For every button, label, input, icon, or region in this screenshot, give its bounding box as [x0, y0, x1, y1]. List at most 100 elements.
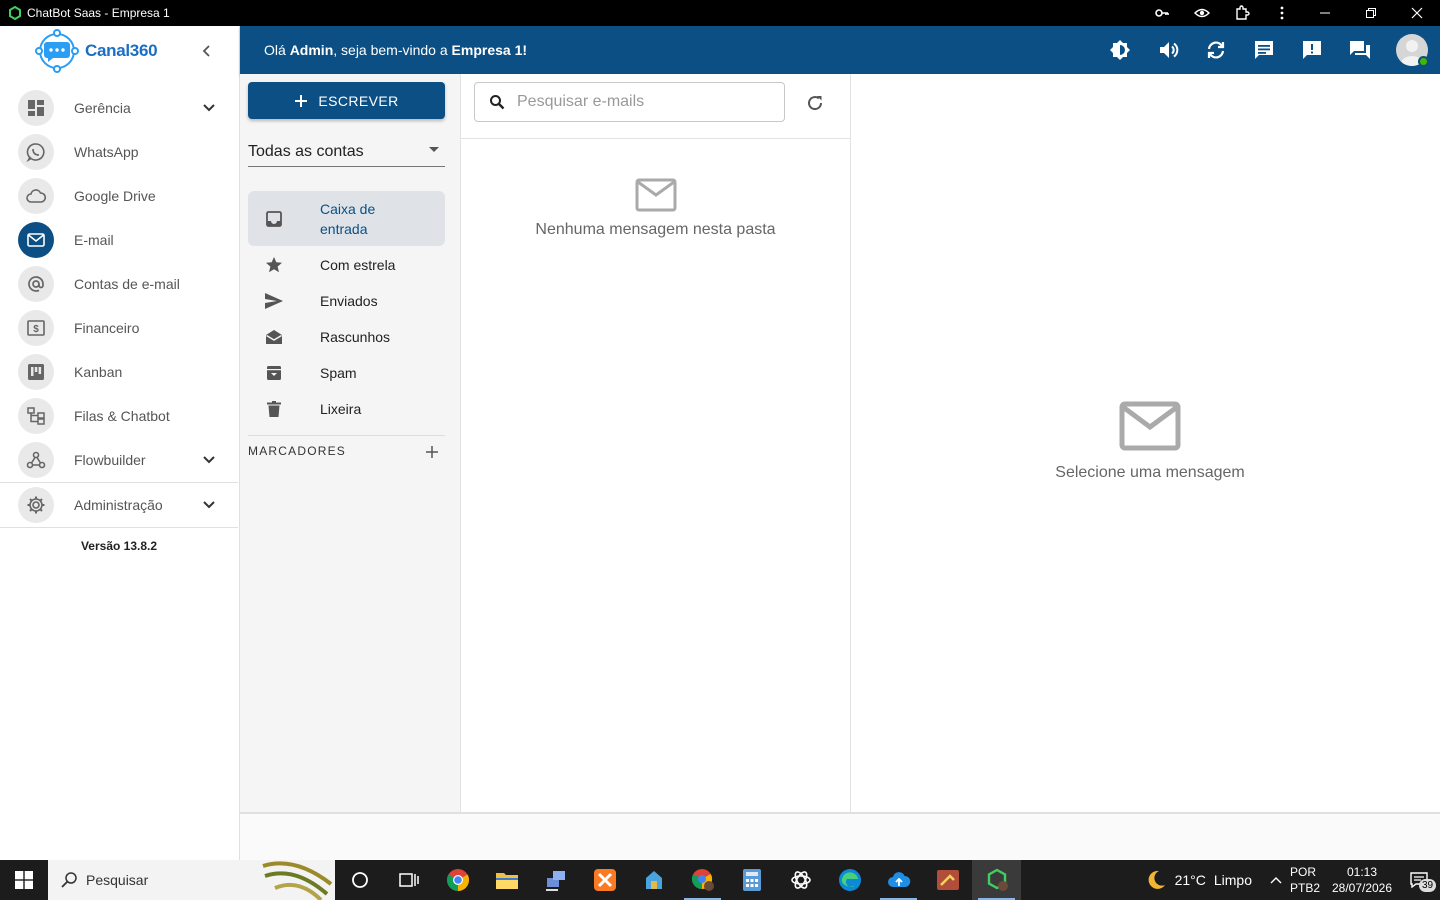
chevron-down-icon[interactable] [199, 98, 219, 118]
taskbar-search-label: Pesquisar [86, 872, 149, 888]
show-hidden-icons-button[interactable] [1262, 876, 1290, 884]
email-content: ESCREVER Todas as contas Caixa de entrad… [240, 74, 1440, 812]
refresh-icon [808, 96, 823, 111]
mail-outline-icon [635, 178, 676, 212]
sidebar-item-email-accounts[interactable]: Contas de e-mail [0, 262, 238, 306]
refresh-button[interactable] [803, 91, 827, 115]
chrome-icon [446, 869, 469, 891]
folder-icon [495, 873, 518, 889]
folder-trash[interactable]: Lixeira [248, 391, 445, 427]
company-name: Empresa 1 [451, 42, 523, 58]
sidebar-item-label: Google Drive [74, 188, 156, 204]
task-view-button[interactable] [384, 860, 433, 900]
user-avatar-button[interactable] [1384, 26, 1440, 74]
app-logo-icon [9, 6, 21, 20]
internal-chat-button[interactable] [1336, 26, 1384, 74]
chevron-up-icon [1270, 877, 1282, 884]
folder-starred[interactable]: Com estrela [248, 247, 445, 283]
openai-icon [790, 871, 811, 889]
moon-icon [1148, 870, 1165, 889]
ide-icon [936, 870, 959, 890]
weather-widget[interactable]: 21°C Limpo [1135, 869, 1262, 891]
add-label-button[interactable] [424, 444, 440, 460]
volume-button[interactable] [1144, 26, 1192, 74]
taskbar-edge[interactable] [825, 860, 874, 900]
sidebar-item-whatsapp[interactable]: WhatsApp [0, 130, 238, 174]
input-language[interactable]: POR PTB2 [1290, 864, 1326, 896]
chat-bubble-logo-icon [35, 29, 79, 73]
calculator-icon [742, 869, 761, 891]
taskbar-chatbot-saas[interactable] [972, 860, 1021, 900]
folder-sent[interactable]: Enviados [248, 283, 445, 319]
taskbar-cloud-app[interactable] [874, 860, 923, 900]
more-vert-icon[interactable] [1262, 0, 1302, 26]
taskbar-chrome[interactable] [433, 860, 482, 900]
window-title-bar: ChatBot Saas - Empresa 1 [0, 0, 1440, 26]
taskbar-chrome-profile[interactable] [678, 860, 727, 900]
eye-icon[interactable] [1182, 0, 1222, 26]
account-filter-select[interactable]: Todas as contas [248, 138, 445, 167]
reading-pane: Selecione uma mensagem [852, 74, 1440, 812]
messages-button[interactable] [1240, 26, 1288, 74]
sidebar-item-financeiro[interactable]: $ Financeiro [0, 306, 238, 350]
network-computer-icon [545, 871, 565, 891]
folder-drafts[interactable]: Rascunhos [248, 319, 445, 355]
sidebar-item-kanban[interactable]: Kanban [0, 350, 238, 394]
labels-heading: MARCADORES [248, 444, 347, 458]
start-button[interactable] [0, 860, 48, 900]
clock[interactable]: 01:13 28/07/2026 [1326, 864, 1398, 896]
gear-icon [18, 487, 54, 523]
volume-icon [1160, 42, 1179, 58]
system-tray: 21°C Limpo POR PTB2 01:13 28/07/2026 39 [1135, 860, 1440, 900]
restore-button[interactable] [1348, 0, 1394, 26]
taskbar-search[interactable]: Pesquisar [48, 860, 335, 900]
select-message-prompt: Selecione uma mensagem [1055, 464, 1245, 481]
chevron-down-icon[interactable] [199, 495, 219, 515]
sidebar-item-label: Flowbuilder [74, 452, 146, 468]
caret-down-icon [429, 147, 439, 152]
compose-button[interactable]: ESCREVER [248, 82, 445, 119]
folder-inbox[interactable]: Caixa de entrada [248, 191, 445, 246]
taskbar-dev-app[interactable] [923, 860, 972, 900]
sidebar-item-gerencia[interactable]: Gerência [0, 86, 238, 130]
close-window-button[interactable] [1394, 0, 1440, 26]
search-icon [61, 872, 77, 888]
weather-condition: Limpo [1213, 872, 1252, 888]
mail-icon [18, 222, 54, 258]
chevron-down-icon[interactable] [199, 450, 219, 470]
taskbar-file-explorer[interactable] [482, 860, 531, 900]
sidebar-item-administracao[interactable]: Administração [0, 483, 238, 527]
webhook-icon [18, 442, 54, 478]
sidebar-item-email[interactable]: E-mail [0, 218, 238, 262]
logo-row: Canal360 [0, 26, 239, 76]
minimize-button[interactable] [1302, 0, 1348, 26]
keyboard-layout: PTB2 [1290, 881, 1321, 895]
sidebar-item-google-drive[interactable]: Google Drive [0, 174, 238, 218]
sync-button[interactable] [1192, 26, 1240, 74]
sidebar-item-label: Administração [74, 497, 163, 513]
brightness-toggle-button[interactable] [1096, 26, 1144, 74]
search-icon [490, 95, 505, 110]
taskbar-network-app[interactable] [531, 860, 580, 900]
sidebar-item-flowbuilder[interactable]: Flowbuilder [0, 438, 238, 482]
windows-logo-icon [15, 871, 33, 889]
taskbar-calculator[interactable] [727, 860, 776, 900]
folder-spam[interactable]: Spam [248, 355, 445, 391]
sidebar-item-label: WhatsApp [74, 144, 139, 160]
list-divider [461, 138, 850, 139]
taskbar-store-app[interactable] [629, 860, 678, 900]
notifications-button[interactable]: 39 [1398, 860, 1440, 900]
extensions-icon[interactable] [1222, 0, 1262, 26]
taskbar-chatgpt[interactable] [776, 860, 825, 900]
key-icon[interactable] [1142, 0, 1182, 26]
cortana-button[interactable] [335, 860, 384, 900]
alerts-button[interactable] [1288, 26, 1336, 74]
sidebar-item-label: Kanban [74, 364, 123, 380]
email-search-box[interactable] [474, 82, 785, 122]
money-icon: $ [18, 310, 54, 346]
sidebar-item-filas-chatbot[interactable]: Filas & Chatbot [0, 394, 238, 438]
taskbar-xampp[interactable] [580, 860, 629, 900]
collapse-sidebar-button[interactable] [197, 41, 217, 61]
search-input[interactable] [517, 93, 767, 111]
folder-label: Lixeira [320, 401, 362, 417]
